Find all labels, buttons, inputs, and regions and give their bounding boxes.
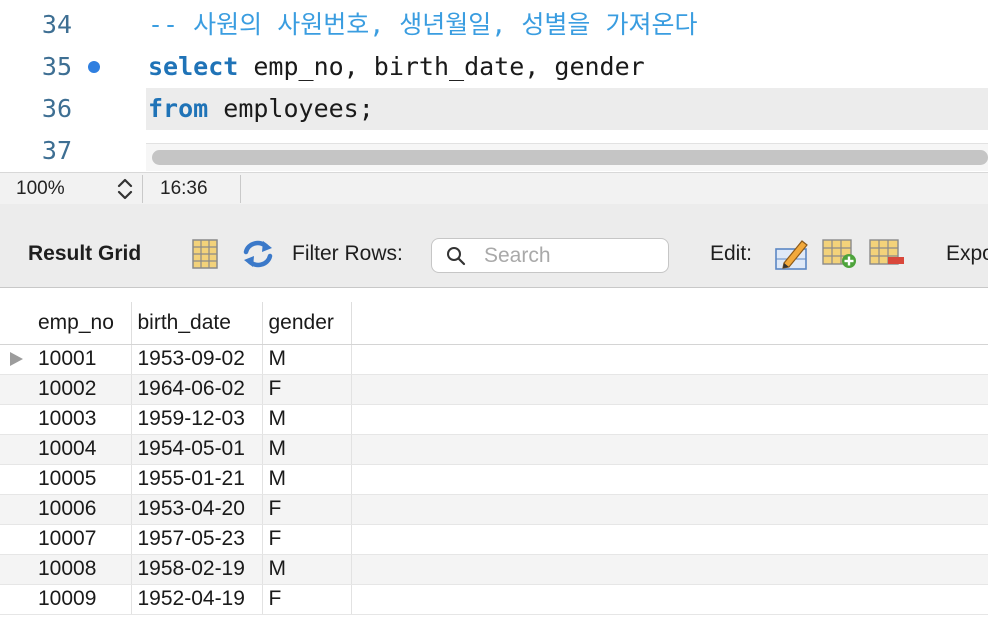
edit-label: Edit: [710,242,753,265]
cell-gender[interactable]: F [262,374,352,405]
table-row[interactable]: 10005 1955-01-21 M [0,464,988,495]
sql-editor[interactable]: 34 35 36 37 -- 사원의 사원번호, 생년월일, 성별을 가져온다 … [0,0,988,172]
cell-emp-no[interactable]: 10009 [32,584,132,615]
table-row[interactable]: 10006 1953-04-20 F [0,494,988,525]
row-filler [351,584,988,615]
table-row[interactable]: 10009 1952-04-19 F [0,584,988,615]
table-row[interactable]: 10002 1964-06-02 F [0,374,988,405]
cell-birth-date[interactable]: 1954-05-01 [131,434,263,465]
row-filler [351,524,988,555]
cell-birth-date[interactable]: 1953-04-20 [131,494,263,525]
cell-gender[interactable]: M [262,434,352,465]
cell-birth-date[interactable]: 1958-02-19 [131,554,263,585]
code-comment-line[interactable]: -- 사원의 사원번호, 생년월일, 성별을 가져온다 [148,4,697,46]
export-label[interactable]: Expo [946,242,988,266]
result-table: emp_no birth_date gender 10001 1953-09-02… [0,302,988,615]
form-editor-icon[interactable] [191,238,219,270]
cell-emp-no[interactable]: 10001 [32,344,132,375]
row-filler [351,344,988,375]
cell-gender[interactable]: F [262,494,352,525]
cell-emp-no[interactable]: 10002 [32,374,132,405]
row-filler [351,434,988,465]
row-indicator[interactable] [0,554,32,585]
result-grid-tab[interactable]: Result Grid [28,242,141,266]
cursor-position: 16:36 [160,178,208,199]
code-text: employees; [208,94,374,123]
cell-gender[interactable]: F [262,524,352,555]
cell-emp-no[interactable]: 10004 [32,434,132,465]
zoom-stepper-icon[interactable] [114,175,136,203]
current-row-arrow-icon [10,352,23,366]
row-indicator[interactable] [0,404,32,435]
cell-birth-date[interactable]: 1953-09-02 [131,344,263,375]
search-icon [447,247,466,266]
filter-rows-label: Filter Rows: [292,242,403,265]
cell-birth-date[interactable]: 1959-12-03 [131,404,263,435]
divider [240,175,241,203]
statement-marker-icon[interactable] [88,61,100,73]
cell-emp-no[interactable]: 10008 [32,554,132,585]
cell-emp-no[interactable]: 10005 [32,464,132,495]
zoom-level: 100% [16,178,65,199]
line-number: 36 [41,94,72,123]
row-filler [351,494,988,525]
sql-keyword: from [148,94,209,123]
table-row[interactable]: 10004 1954-05-01 M [0,434,988,465]
row-filler [351,404,988,435]
row-indicator-header [0,302,32,345]
table-row[interactable]: 10008 1958-02-19 M [0,554,988,585]
cell-birth-date[interactable]: 1957-05-23 [131,524,263,555]
result-toolbar: Result Grid Filter Rows: Edit: [0,204,988,288]
header-filler [351,302,988,345]
table-body: 10001 1953-09-02 M 10002 1964-06-02 F 10003 195… [0,344,988,615]
result-grid[interactable]: emp_no birth_date gender 10001 1953-09-02… [0,288,988,624]
table-header-row: emp_no birth_date gender [0,302,988,345]
filter-search-input[interactable] [484,243,660,269]
cell-emp-no[interactable]: 10007 [32,524,132,555]
row-indicator[interactable] [0,434,32,465]
line-number: 34 [41,10,72,39]
line-number: 37 [41,136,72,165]
row-indicator[interactable] [0,374,32,405]
cell-gender[interactable]: M [262,344,352,375]
row-indicator[interactable] [0,494,32,525]
column-header-gender[interactable]: gender [262,302,352,345]
cell-gender[interactable]: F [262,584,352,615]
refresh-icon[interactable] [241,238,275,270]
divider [142,175,143,203]
row-indicator[interactable] [0,464,32,495]
cell-birth-date[interactable]: 1952-04-19 [131,584,263,615]
cell-birth-date[interactable]: 1955-01-21 [131,464,263,495]
table-row[interactable]: 10003 1959-12-03 M [0,404,988,435]
row-indicator[interactable] [0,524,32,555]
row-indicator[interactable] [0,344,32,375]
line-number: 35 [41,52,72,81]
sql-keyword: select [148,52,239,81]
code-text: emp_no, birth_date, gender [238,52,645,81]
cell-gender[interactable]: M [262,404,352,435]
code-line-select[interactable]: select emp_no, birth_date, gender [148,46,645,88]
column-header-emp-no[interactable]: emp_no [32,302,132,345]
table-row[interactable]: 10001 1953-09-02 M [0,344,988,375]
editor-status-bar: 100% 16:36 [0,172,988,204]
row-filler [351,374,988,405]
add-row-icon[interactable] [822,238,858,270]
cell-gender[interactable]: M [262,464,352,495]
column-header-birth-date[interactable]: birth_date [131,302,263,345]
horizontal-scrollbar-thumb[interactable] [152,150,988,165]
delete-row-icon[interactable] [869,238,905,270]
cell-birth-date[interactable]: 1964-06-02 [131,374,263,405]
cell-emp-no[interactable]: 10003 [32,404,132,435]
cell-emp-no[interactable]: 10006 [32,494,132,525]
row-indicator[interactable] [0,584,32,615]
table-row[interactable]: 10007 1957-05-23 F [0,524,988,555]
filter-search-box[interactable] [431,238,669,273]
code-line-from[interactable]: from employees; [148,88,374,130]
cell-gender[interactable]: M [262,554,352,585]
edit-pencil-icon[interactable] [774,237,810,271]
row-filler [351,554,988,585]
row-filler [351,464,988,495]
